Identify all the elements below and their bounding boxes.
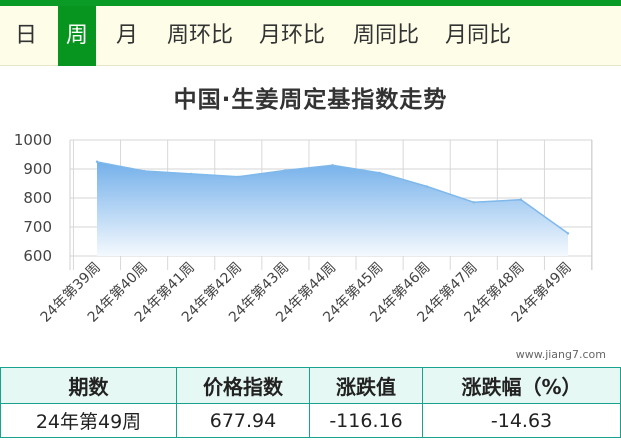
data-point xyxy=(237,175,240,179)
y-tick-label: 800 xyxy=(23,189,52,207)
data-point xyxy=(378,171,381,174)
y-tick-label: 700 xyxy=(23,218,52,236)
cell-change-percent: -14.63 xyxy=(422,403,621,438)
y-tick-label: 900 xyxy=(23,160,52,178)
header-period: 期数 xyxy=(0,367,177,404)
index-summary-table: 期数 价格指数 涨跌值 涨跌幅（%） 24年第49周 677.94 -116.1… xyxy=(0,367,621,438)
tab-week-year-over-year[interactable]: 周同比 xyxy=(348,6,424,66)
table-header-row: 期数 价格指数 涨跌值 涨跌幅（%） xyxy=(0,367,621,404)
y-axis-ticks: 600 700 800 900 1000 xyxy=(14,131,52,265)
tab-month[interactable]: 月 xyxy=(106,6,148,66)
tab-day[interactable]: 日 xyxy=(6,6,46,66)
data-point xyxy=(519,198,523,201)
chart-title: 中国·生姜周定基指数走势 xyxy=(173,87,448,113)
data-point xyxy=(190,172,193,176)
data-point xyxy=(95,160,99,163)
header-change-percent: 涨跌幅（%） xyxy=(422,367,621,404)
data-point xyxy=(284,169,287,172)
tab-month-year-over-year[interactable]: 月同比 xyxy=(440,6,516,66)
y-tick-label: 1000 xyxy=(14,131,52,149)
tab-week-over-week[interactable]: 周环比 xyxy=(162,6,238,66)
x-axis-ticks: 24年第39周24年第40周24年第41周24年第42周24年第43周24年第4… xyxy=(37,259,575,326)
cell-period: 24年第49周 xyxy=(0,403,177,438)
data-point xyxy=(566,232,570,235)
tab-week[interactable]: 周 xyxy=(58,6,96,66)
watermark-text: www.jiang7.com xyxy=(516,348,606,361)
index-trend-chart: 600 700 800 900 1000 24年第39周24年第40周24年第41周24… xyxy=(14,131,606,361)
header-price-index: 价格指数 xyxy=(176,367,310,404)
cell-change-value: -116.16 xyxy=(309,403,423,438)
data-point xyxy=(331,164,334,167)
tab-month-over-month[interactable]: 月环比 xyxy=(254,6,330,66)
y-tick-label: 600 xyxy=(23,247,52,265)
data-point xyxy=(142,169,146,173)
period-tab-bar: 日 周 月 周环比 月环比 周同比 月同比 xyxy=(0,6,621,66)
data-point xyxy=(425,185,428,188)
header-change-value: 涨跌值 xyxy=(309,367,423,404)
data-point xyxy=(472,201,475,204)
table-row: 24年第49周 677.94 -116.16 -14.63 xyxy=(0,403,621,438)
cell-price-index: 677.94 xyxy=(176,403,310,438)
